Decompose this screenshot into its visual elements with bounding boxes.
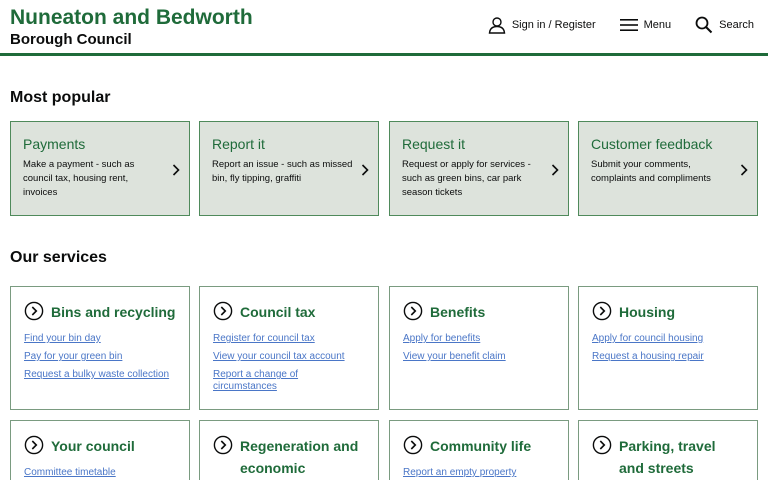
chevron-right-icon — [361, 164, 369, 176]
service-card-header[interactable]: Benefits — [403, 301, 558, 323]
circle-arrow-right-icon — [24, 301, 44, 321]
popular-card-title: Report it — [212, 136, 265, 152]
service-link[interactable]: Apply for council housing — [592, 333, 747, 345]
service-link[interactable]: Report an empty property — [403, 467, 558, 479]
logo-line1: Nuneaton and Bedworth — [10, 6, 253, 29]
logo-line2: Borough Council — [10, 31, 132, 48]
service-card-bins: Bins and recycling Find your bin day Pay… — [10, 286, 190, 410]
popular-card-title: Payments — [23, 136, 86, 152]
service-card-header[interactable]: Your council — [24, 435, 179, 457]
service-title: Regeneration and economic — [240, 438, 359, 476]
popular-card-report-it[interactable]: Report it Report an issue - such as miss… — [199, 121, 379, 216]
circle-arrow-right-icon — [592, 301, 612, 321]
popular-card-description: Make a payment - such as council tax, ho… — [23, 159, 135, 198]
service-card-header[interactable]: Community life — [403, 435, 558, 457]
service-link[interactable]: View your benefit claim — [403, 351, 558, 363]
service-card-header[interactable]: Regeneration and economic — [213, 435, 368, 479]
menu-button[interactable]: Menu — [619, 18, 672, 32]
search-icon — [695, 16, 713, 34]
service-card-benefits: Benefits Apply for benefits View your be… — [389, 286, 569, 410]
popular-card-payments[interactable]: Payments Make a payment - such as counci… — [10, 121, 190, 216]
popular-card-request-it[interactable]: Request it Request or apply for services… — [389, 121, 569, 216]
circle-arrow-right-icon — [24, 435, 44, 455]
circle-arrow-right-icon — [213, 301, 233, 321]
popular-card-title: Customer feedback — [591, 136, 713, 152]
search-button[interactable]: Search — [695, 16, 754, 34]
service-link[interactable]: Report a change of circumstances — [213, 369, 333, 393]
service-link[interactable]: Pay for your green bin — [24, 351, 179, 363]
service-link[interactable]: Request a bulky waste collection — [24, 369, 179, 381]
search-label: Search — [719, 19, 754, 31]
service-card-your-council: Your council Committee timetable — [10, 420, 190, 480]
council-logo[interactable]: Nuneaton and Bedworth Borough Council — [10, 5, 253, 49]
most-popular-heading: Most popular — [10, 89, 111, 106]
circle-arrow-right-icon — [403, 301, 423, 321]
chevron-right-icon — [172, 164, 180, 176]
service-link[interactable]: Find your bin day — [24, 333, 179, 345]
service-title: Your council — [51, 438, 135, 454]
service-link[interactable]: View your council tax account — [213, 351, 368, 363]
service-card-header[interactable]: Bins and recycling — [24, 301, 179, 323]
our-services-heading: Our services — [10, 249, 107, 266]
popular-card-customer-feedback[interactable]: Customer feedback Submit your comments, … — [578, 121, 758, 216]
service-link[interactable]: Register for council tax — [213, 333, 368, 345]
service-card-community-life: Community life Report an empty property — [389, 420, 569, 480]
chevron-right-icon — [740, 164, 748, 176]
popular-card-description: Report an issue - such as missed bin, fl… — [212, 159, 353, 184]
sign-in-label: Sign in / Register — [511, 19, 596, 31]
service-link[interactable]: Request a housing repair — [592, 351, 747, 363]
service-card-housing: Housing Apply for council housing Reques… — [578, 286, 758, 410]
menu-icon — [619, 19, 638, 31]
service-title: Housing — [619, 304, 675, 320]
service-card-regeneration: Regeneration and economic — [199, 420, 379, 480]
service-card-parking-travel: Parking, travel and streets — [578, 420, 758, 480]
menu-label: Menu — [643, 19, 672, 31]
popular-card-title: Request it — [402, 136, 466, 152]
service-card-council-tax: Council tax Register for council tax Vie… — [199, 286, 379, 410]
popular-card-description: Submit your comments, complaints and com… — [591, 159, 711, 184]
service-link[interactable]: Apply for benefits — [403, 333, 558, 345]
circle-arrow-right-icon — [592, 435, 612, 455]
service-title: Parking, travel and streets — [619, 438, 716, 476]
service-card-header[interactable]: Council tax — [213, 301, 368, 323]
circle-arrow-right-icon — [403, 435, 423, 455]
service-title: Bins and recycling — [51, 304, 176, 320]
service-card-header[interactable]: Housing — [592, 301, 747, 323]
service-title: Council tax — [240, 304, 316, 320]
service-title: Community life — [430, 438, 532, 454]
chevron-right-icon — [551, 164, 559, 176]
header-nav: Sign in / Register Menu Search — [464, 16, 754, 34]
sign-in-button[interactable]: Sign in / Register — [488, 16, 596, 34]
popular-card-description: Request or apply for services - such as … — [402, 159, 531, 198]
site-header: Nuneaton and Bedworth Borough Council Si… — [0, 0, 768, 56]
service-title: Benefits — [430, 304, 486, 320]
user-icon — [488, 17, 506, 34]
service-link[interactable]: Committee timetable — [24, 467, 179, 479]
service-card-header[interactable]: Parking, travel and streets — [592, 435, 747, 479]
circle-arrow-right-icon — [213, 435, 233, 455]
